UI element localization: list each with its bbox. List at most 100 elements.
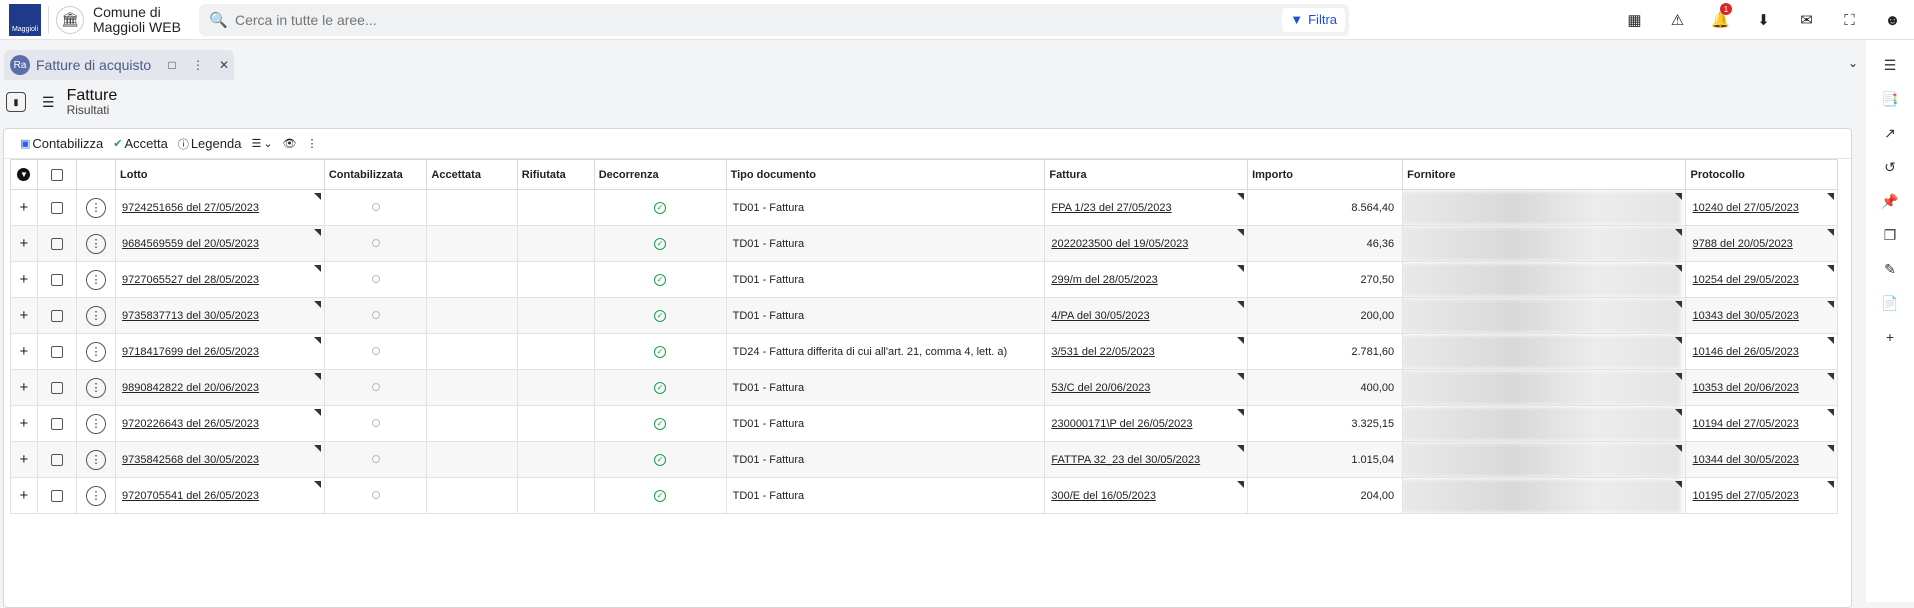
header-lotto[interactable]: Lotto bbox=[115, 159, 325, 190]
lotto-link[interactable]: 9724251656 del 27/05/2023 bbox=[122, 202, 259, 214]
lotto-link[interactable]: 9684569559 del 20/05/2023 bbox=[122, 238, 259, 250]
row-menu-cell[interactable]: ⋮ bbox=[75, 261, 117, 298]
row-select-cell[interactable] bbox=[36, 369, 77, 406]
warning-icon[interactable]: ⚠ bbox=[1656, 0, 1699, 40]
legenda-button[interactable]: ⓘ Legenda bbox=[178, 136, 242, 152]
mail-icon[interactable]: ✉ bbox=[1785, 0, 1828, 40]
protocollo-link[interactable]: 9788 del 20/05/2023 bbox=[1692, 238, 1792, 250]
protocollo-link[interactable]: 10146 del 26/05/2023 bbox=[1692, 346, 1798, 358]
header-rifiutata[interactable]: Rifiutata bbox=[516, 159, 595, 190]
header-contabilizzata[interactable]: Contabilizzata bbox=[323, 159, 428, 190]
checklist-icon[interactable]: ☰ bbox=[1866, 48, 1914, 82]
history-icon[interactable]: ↺ bbox=[1866, 150, 1914, 184]
row-menu-cell[interactable]: ⋮ bbox=[75, 189, 117, 226]
header-importo[interactable]: Importo bbox=[1247, 159, 1404, 190]
row-checkbox[interactable] bbox=[50, 453, 63, 466]
row-kebab-icon[interactable]: ⋮ bbox=[85, 449, 106, 470]
row-checkbox[interactable] bbox=[50, 201, 63, 214]
row-menu-cell[interactable]: ⋮ bbox=[75, 477, 117, 514]
fattura-link[interactable]: 53/C del 20/06/2023 bbox=[1051, 382, 1150, 394]
table-row[interactable]: + ⋮ 9720226643 del 26/05/2023 ✓ TD01 - Fattu… bbox=[10, 405, 1838, 442]
chevron-down-icon[interactable]: ⌄ bbox=[1848, 56, 1858, 70]
lotto-link[interactable]: 9727065527 del 28/05/2023 bbox=[122, 274, 259, 286]
table-row[interactable]: + ⋮ 9724251656 del 27/05/2023 ✓ TD01 - Fattu… bbox=[10, 189, 1838, 226]
fattura-link[interactable]: 2022023500 del 19/05/2023 bbox=[1051, 238, 1188, 250]
row-select-cell[interactable] bbox=[36, 477, 77, 514]
municipality-icon[interactable]: 🏛 bbox=[56, 5, 84, 34]
fullscreen-icon[interactable]: ⛶ bbox=[1828, 0, 1871, 40]
protocollo-link[interactable]: 10344 del 30/05/2023 bbox=[1692, 454, 1798, 466]
expand-row-icon[interactable]: + bbox=[10, 441, 38, 478]
table-row[interactable]: + ⋮ 9735842568 del 30/05/2023 ✓ TD01 - Fattu… bbox=[10, 441, 1838, 478]
protocollo-link[interactable]: 10195 del 27/05/2023 bbox=[1692, 490, 1798, 502]
header-protocollo[interactable]: Protocollo bbox=[1685, 159, 1838, 190]
row-kebab-icon[interactable]: ⋮ bbox=[85, 413, 106, 434]
expand-row-icon[interactable]: + bbox=[10, 297, 38, 334]
row-kebab-icon[interactable]: ⋮ bbox=[85, 269, 106, 290]
row-kebab-icon[interactable]: ⋮ bbox=[85, 305, 106, 326]
search-input[interactable] bbox=[229, 11, 1283, 28]
select-all-header[interactable] bbox=[36, 159, 77, 190]
table-row[interactable]: + ⋮ 9718417699 del 26/05/2023 ✓ TD24 - Fattu… bbox=[10, 333, 1838, 370]
lotto-link[interactable]: 9718417699 del 26/05/2023 bbox=[122, 346, 259, 358]
expand-row-icon[interactable]: + bbox=[10, 225, 38, 262]
row-menu-cell[interactable]: ⋮ bbox=[75, 405, 117, 442]
contabilizza-button[interactable]: ▣ Contabilizza bbox=[20, 136, 103, 151]
fattura-link[interactable]: 3/531 del 22/05/2023 bbox=[1051, 346, 1154, 358]
filter-button[interactable]: ▼ Filtra bbox=[1282, 7, 1345, 32]
visibility-button[interactable]: 👁 bbox=[283, 137, 297, 150]
list-icon[interactable]: ☰ bbox=[42, 94, 55, 111]
copy-icon[interactable]: ❐ bbox=[1866, 218, 1914, 252]
density-dropdown[interactable]: ☰ ⌄ bbox=[251, 137, 272, 150]
row-kebab-icon[interactable]: ⋮ bbox=[85, 341, 106, 362]
row-kebab-icon[interactable]: ⋮ bbox=[85, 233, 106, 254]
expand-row-icon[interactable]: + bbox=[10, 189, 38, 226]
tab-fatture-di-acquisto[interactable]: Ra Fatture di acquisto □ ⋮ ✕ bbox=[4, 50, 234, 80]
lotto-link[interactable]: 9735842568 del 30/05/2023 bbox=[122, 454, 259, 466]
bookmarks-icon[interactable]: 📑 bbox=[1866, 82, 1914, 116]
table-row[interactable]: + ⋮ 9890842822 del 20/06/2023 ✓ TD01 - Fattu… bbox=[10, 369, 1838, 406]
table-row[interactable]: + ⋮ 9727065527 del 28/05/2023 ✓ TD01 - Fattu… bbox=[10, 261, 1838, 298]
header-decorrenza[interactable]: Decorrenza bbox=[593, 159, 727, 190]
accetta-button[interactable]: ✔ Accetta bbox=[113, 136, 168, 151]
row-menu-cell[interactable]: ⋮ bbox=[75, 297, 117, 334]
row-select-cell[interactable] bbox=[36, 297, 77, 334]
row-select-cell[interactable] bbox=[36, 333, 77, 370]
fattura-link[interactable]: 300/E del 16/05/2023 bbox=[1051, 490, 1156, 502]
expand-row-icon[interactable]: + bbox=[10, 405, 38, 442]
fattura-link[interactable]: 230000171\P del 26/05/2023 bbox=[1051, 418, 1192, 430]
row-menu-cell[interactable]: ⋮ bbox=[75, 225, 117, 262]
row-checkbox[interactable] bbox=[50, 273, 63, 286]
close-icon[interactable]: ✕ bbox=[214, 58, 234, 72]
user-account-icon[interactable]: ☻ bbox=[1871, 0, 1914, 40]
maggioli-logo[interactable]: Maggioli bbox=[9, 3, 41, 36]
protocollo-link[interactable]: 10194 del 27/05/2023 bbox=[1692, 418, 1798, 430]
more-options-button[interactable]: ⋮ bbox=[307, 137, 318, 150]
fattura-link[interactable]: 4/PA del 30/05/2023 bbox=[1051, 310, 1149, 322]
fattura-link[interactable]: 299/m del 28/05/2023 bbox=[1051, 274, 1157, 286]
trend-icon[interactable]: ↗ bbox=[1866, 116, 1914, 150]
protocollo-link[interactable]: 10343 del 30/05/2023 bbox=[1692, 310, 1798, 322]
header-tipo-documento[interactable]: Tipo documento bbox=[725, 159, 1046, 190]
lotto-link[interactable]: 9720705541 del 26/05/2023 bbox=[122, 490, 259, 502]
protocollo-link[interactable]: 10353 del 20/06/2023 bbox=[1692, 382, 1798, 394]
row-select-cell[interactable] bbox=[36, 225, 77, 262]
row-checkbox[interactable] bbox=[50, 417, 63, 430]
side-panel-toggle-icon[interactable]: ▮ bbox=[6, 92, 26, 112]
row-kebab-icon[interactable]: ⋮ bbox=[85, 485, 106, 506]
pin-icon[interactable]: 📌 bbox=[1866, 184, 1914, 218]
fattura-link[interactable]: FPA 1/23 del 27/05/2023 bbox=[1051, 202, 1171, 214]
lotto-link[interactable]: 9890842822 del 20/06/2023 bbox=[122, 382, 259, 394]
row-menu-cell[interactable]: ⋮ bbox=[75, 333, 117, 370]
row-checkbox[interactable] bbox=[50, 345, 63, 358]
row-checkbox[interactable] bbox=[50, 237, 63, 250]
row-menu-cell[interactable]: ⋮ bbox=[75, 369, 117, 406]
protocollo-link[interactable]: 10240 del 27/05/2023 bbox=[1692, 202, 1798, 214]
row-menu-cell[interactable]: ⋮ bbox=[75, 441, 117, 478]
row-kebab-icon[interactable]: ⋮ bbox=[85, 377, 106, 398]
row-kebab-icon[interactable]: ⋮ bbox=[85, 197, 106, 218]
table-row[interactable]: + ⋮ 9735837713 del 30/05/2023 ✓ TD01 - Fattu… bbox=[10, 297, 1838, 334]
table-row[interactable]: + ⋮ 9720705541 del 26/05/2023 ✓ TD01 - Fattu… bbox=[10, 477, 1838, 514]
lotto-link[interactable]: 9720226643 del 26/05/2023 bbox=[122, 418, 259, 430]
row-select-cell[interactable] bbox=[36, 405, 77, 442]
